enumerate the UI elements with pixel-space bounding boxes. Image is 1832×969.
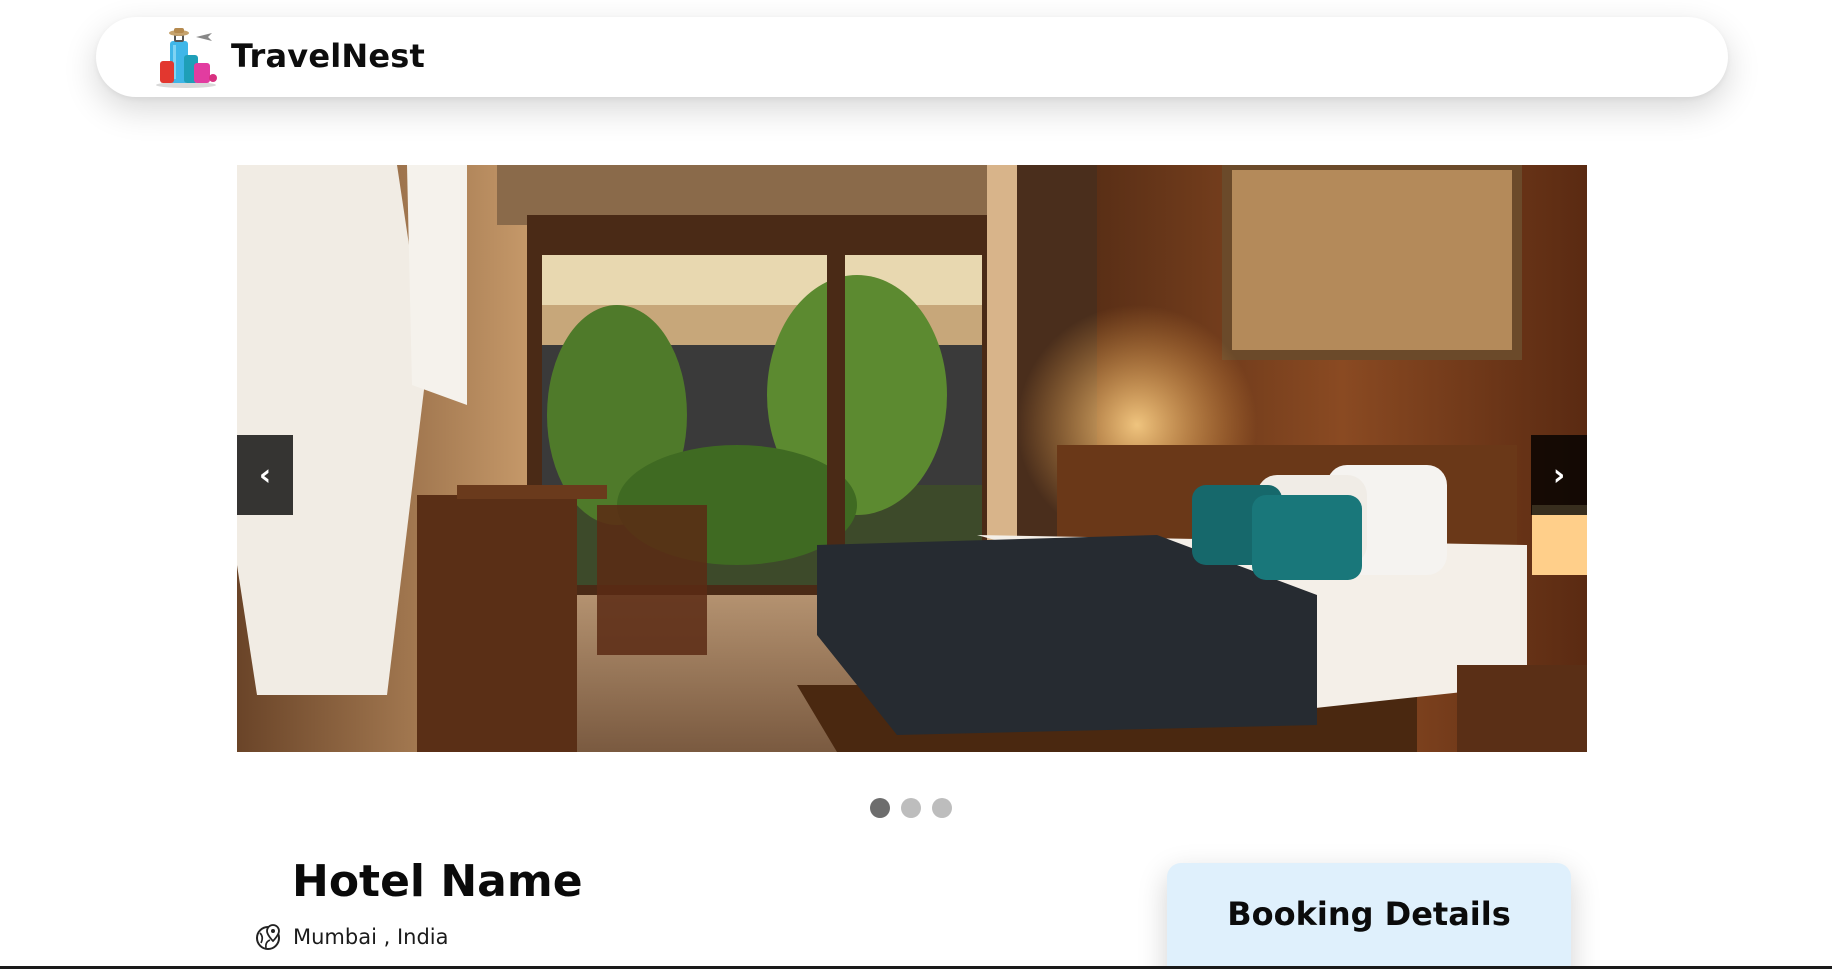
carousel-dot-2[interactable] bbox=[901, 798, 921, 818]
carousel-prev-button[interactable]: ‹ bbox=[237, 435, 293, 515]
hotel-bedroom-photo bbox=[237, 165, 1587, 752]
carousel-dot-1[interactable] bbox=[870, 798, 890, 818]
carousel-next-button[interactable]: › bbox=[1531, 435, 1587, 515]
image-carousel: ‹ › bbox=[237, 165, 1587, 752]
hotel-name-heading: Hotel Name bbox=[292, 856, 583, 907]
globe-pin-icon bbox=[256, 924, 280, 950]
carousel-indicators bbox=[870, 798, 952, 818]
luggage-travel-icon[interactable] bbox=[152, 27, 220, 89]
booking-details-card: Booking Details bbox=[1167, 863, 1571, 969]
booking-details-title: Booking Details bbox=[1227, 895, 1511, 933]
hotel-location: Mumbai , India bbox=[255, 923, 448, 951]
carousel-dot-3[interactable] bbox=[932, 798, 952, 818]
navbar: TravelNest bbox=[96, 17, 1728, 97]
location-text: Mumbai , India bbox=[293, 925, 449, 949]
brand-name[interactable]: TravelNest bbox=[231, 37, 425, 75]
